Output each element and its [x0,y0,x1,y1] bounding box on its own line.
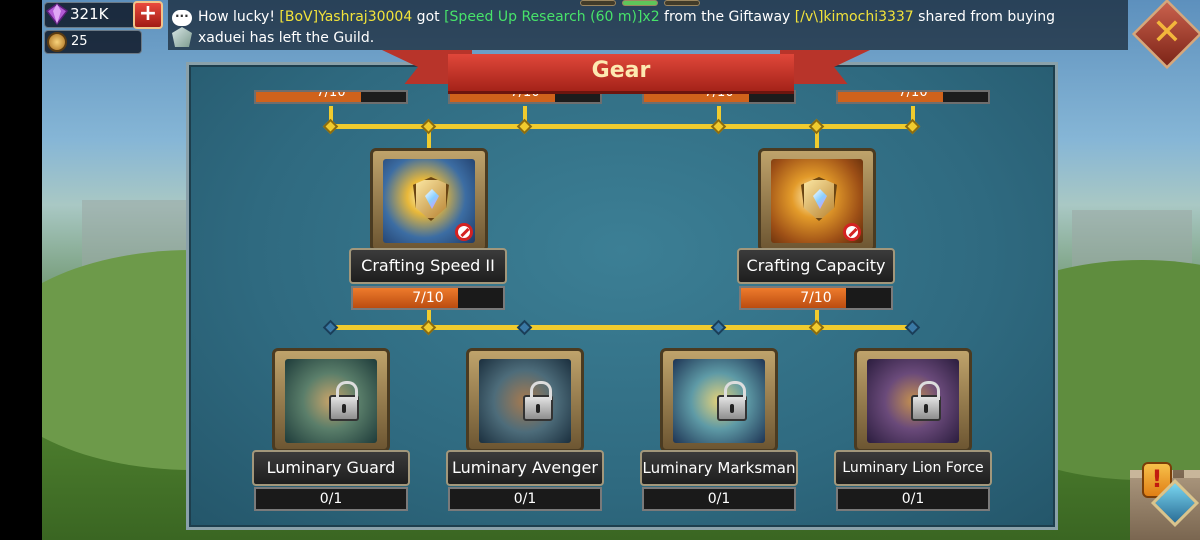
unavailable-icon [843,223,861,241]
skill-progress-bar: 0/1 [642,487,796,511]
chat-segment[interactable]: [BoV]Yashraj30004 [279,9,412,25]
chat-segment: shared from buying a [913,9,1060,25]
might-count: 25 [71,34,88,49]
unavailable-icon [455,223,473,241]
connector-line [330,325,914,330]
page-title: Gear [591,58,651,83]
connector-line [330,124,914,129]
close-icon[interactable]: ✕ [1136,12,1198,54]
skill-progress-text: 0/1 [707,491,731,507]
crafting-speed-icon [383,159,475,243]
chat-message-line: How lucky! [BoV]Yashraj30004 got [Speed … [198,9,1060,25]
progress-text: 7/10 [316,90,346,100]
skill-progress-text: 0/1 [319,491,343,507]
lock-icon [329,381,359,421]
chat-segment[interactable]: [/v\]kimochi3337 [795,9,914,25]
skill-name: Luminary Guard [252,450,410,486]
might-icon [47,32,67,52]
chat-segment[interactable]: [Speed Up Research (60 m)]x2 [444,9,660,25]
lock-icon [717,381,747,421]
lock-icon [523,381,553,421]
lock-icon [911,381,941,421]
progress-bar: 7/10 [836,90,990,104]
skill-progress-bar: 0/1 [448,487,602,511]
luminary-marksman-icon [673,359,765,443]
skill-progress-text: 7/10 [412,290,444,306]
skill-card-luminary-marksman[interactable] [660,348,778,452]
skill-progress-bar: 0/1 [836,487,990,511]
skill-card-crafting-speed[interactable] [370,148,488,252]
gem-icon [46,3,68,25]
skill-progress-bar: 7/10 [351,286,505,310]
page-indicator [580,0,700,8]
skill-name: Luminary Lion Force [834,450,992,486]
skill-progress-text: 0/1 [901,491,925,507]
luminary-guard-icon [285,359,377,443]
skill-card-luminary-lion-force[interactable] [854,348,972,452]
luminary-avenger-icon [479,359,571,443]
skill-card-luminary-avenger[interactable] [466,348,584,452]
skill-name: Luminary Marksman [640,450,798,486]
page-dot [580,0,616,6]
page-dot [664,0,700,6]
left-black-bar [0,0,42,540]
add-gems-button[interactable]: + [133,1,163,29]
skill-progress-bar: 7/10 [739,286,893,310]
gems-count: 321K [70,5,109,23]
skill-progress-text: 7/10 [800,290,832,306]
page-dot-active [622,0,658,6]
skill-name: Luminary Avenger [446,450,604,486]
skill-progress-text: 0/1 [513,491,537,507]
chat-message-line: xaduei has left the Guild. [198,30,375,46]
progress-bar: 7/10 [254,90,408,104]
skill-name: Crafting Speed II [349,248,507,284]
luminary-lion-force-icon [867,359,959,443]
skill-card-crafting-capacity[interactable] [758,148,876,252]
progress-text: 7/10 [898,90,928,100]
crafting-capacity-icon [771,159,863,243]
chat-segment: How lucky! [198,9,280,25]
chat-segment: got [412,9,445,25]
skill-name: Crafting Capacity [737,248,895,284]
skill-card-luminary-guard[interactable] [272,348,390,452]
chat-bubble-icon [172,6,192,26]
skill-progress-bar: 0/1 [254,487,408,511]
chat-segment: from the Giftaway [659,9,795,25]
